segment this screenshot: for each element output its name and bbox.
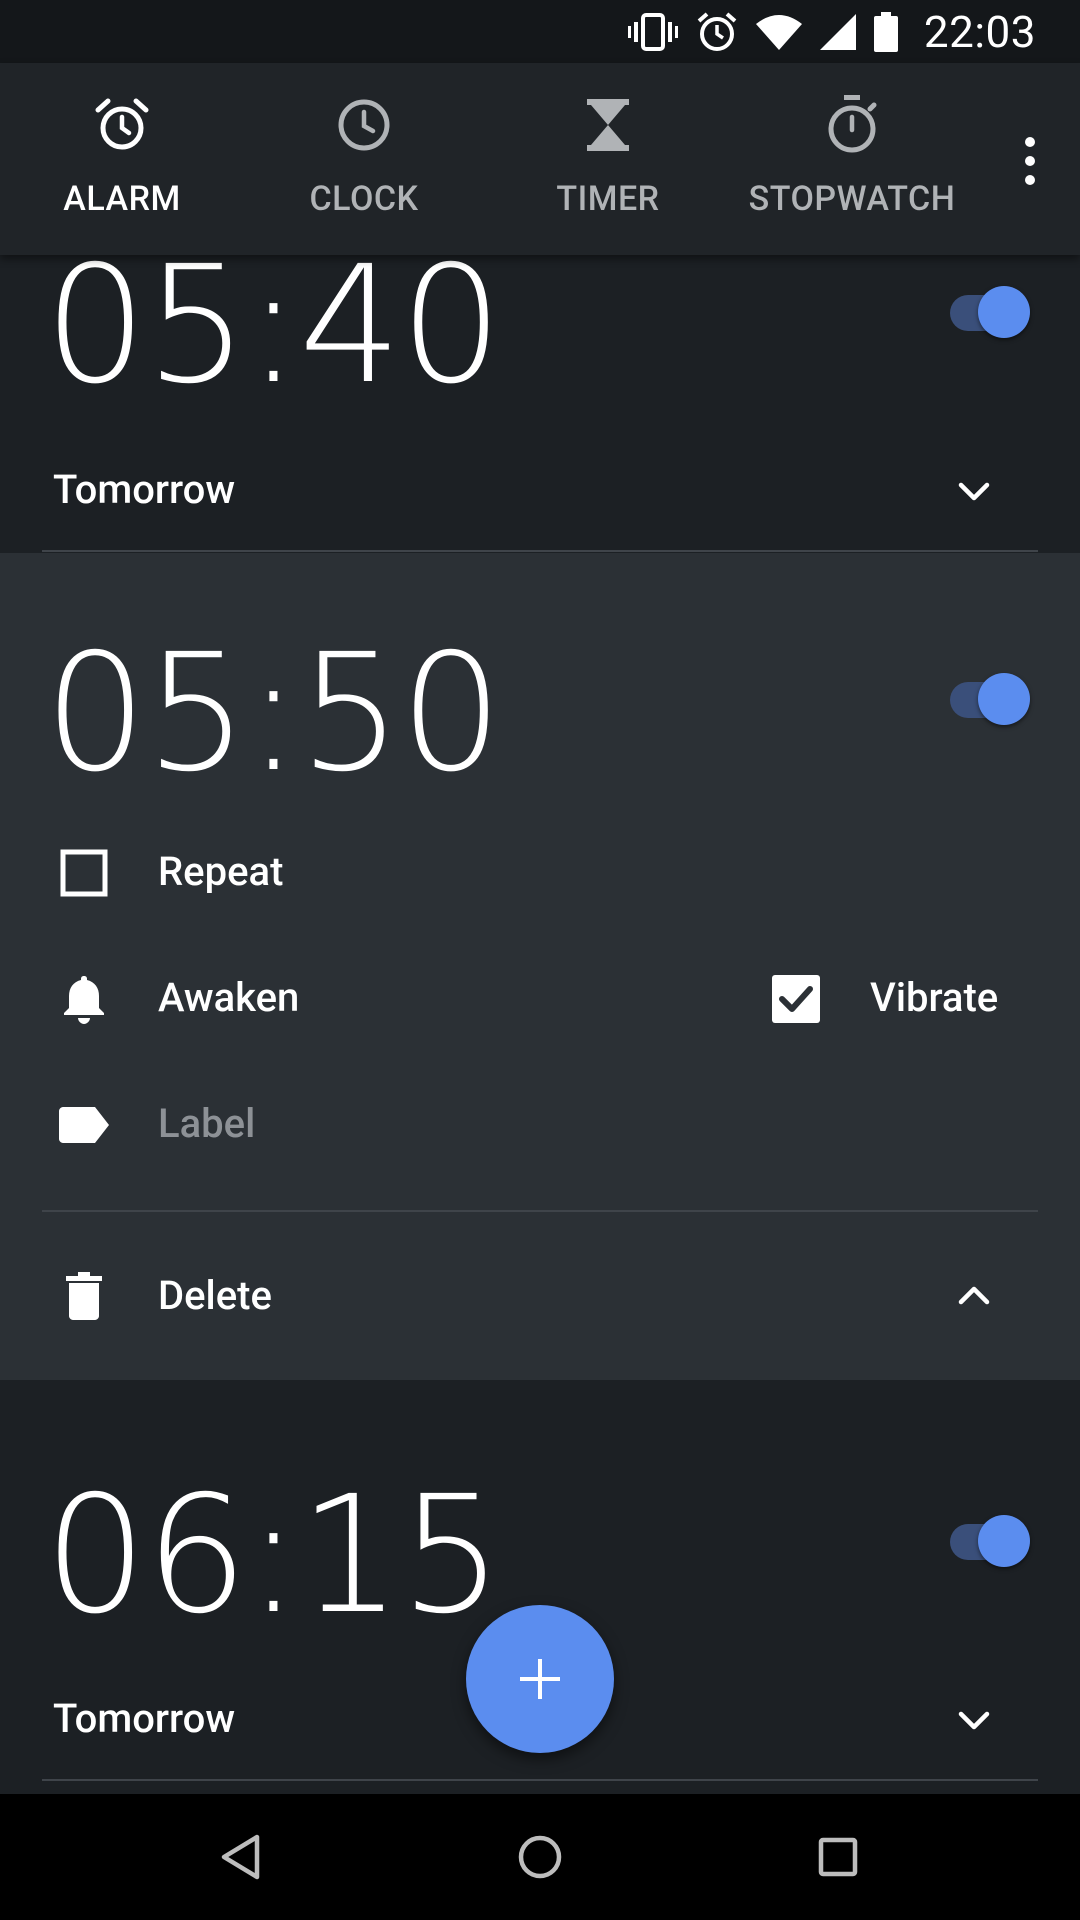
label-input[interactable]: Label bbox=[158, 1100, 255, 1147]
tab-timer[interactable]: TIMER bbox=[486, 63, 730, 255]
divider bbox=[42, 1779, 1038, 1781]
add-alarm-button[interactable] bbox=[466, 1605, 614, 1753]
alarm-card[interactable]: 05:40 Tomorrow bbox=[0, 245, 1080, 553]
label-tag-icon bbox=[58, 1099, 110, 1151]
divider bbox=[42, 550, 1038, 552]
home-circle-icon bbox=[518, 1835, 562, 1879]
alarm-toggle[interactable] bbox=[944, 667, 1030, 733]
alarm-time[interactable]: 05:50 bbox=[44, 633, 503, 795]
alarm-time[interactable]: 06:15 bbox=[44, 1475, 503, 1637]
alarm-icon bbox=[696, 11, 738, 53]
overflow-menu-button[interactable] bbox=[1010, 111, 1050, 211]
clock-icon bbox=[336, 93, 392, 157]
repeat-label[interactable]: Repeat bbox=[158, 848, 283, 895]
vibrate-label[interactable]: Vibrate bbox=[870, 974, 998, 1021]
alarm-clock-icon bbox=[94, 93, 150, 157]
hourglass-icon bbox=[583, 93, 633, 157]
ringtone-label[interactable]: Awaken bbox=[158, 974, 299, 1021]
expand-chevron-down-icon[interactable] bbox=[949, 467, 999, 517]
alarm-day-label: Tomorrow bbox=[53, 1695, 236, 1742]
back-triangle-icon bbox=[221, 1834, 260, 1880]
repeat-checkbox[interactable] bbox=[58, 847, 110, 899]
tab-timer-label: TIMER bbox=[556, 179, 660, 219]
tab-alarm[interactable]: ALARM bbox=[0, 63, 244, 255]
status-bar: 22:03 bbox=[0, 0, 1080, 63]
recents-square-icon bbox=[818, 1837, 858, 1877]
status-time: 22:03 bbox=[923, 5, 1036, 58]
tab-clock[interactable]: CLOCK bbox=[242, 63, 486, 255]
home-button[interactable] bbox=[507, 1824, 573, 1890]
tab-stopwatch-label: STOPWATCH bbox=[748, 179, 956, 219]
delete-button[interactable]: Delete bbox=[158, 1272, 272, 1319]
alarm-toggle[interactable] bbox=[944, 280, 1030, 346]
back-button[interactable] bbox=[208, 1824, 274, 1890]
collapse-chevron-up-icon[interactable] bbox=[949, 1270, 999, 1320]
alarm-card-expanded: 05:50 Repeat Awaken Vibrate Label Delete bbox=[0, 553, 1080, 1380]
vibrate-icon bbox=[627, 12, 678, 52]
alarm-toggle[interactable] bbox=[944, 1509, 1030, 1575]
trash-icon[interactable] bbox=[58, 1270, 110, 1322]
plus-icon bbox=[520, 1659, 560, 1699]
alarm-time[interactable]: 05:40 bbox=[44, 245, 503, 407]
battery-icon bbox=[873, 11, 898, 52]
expand-chevron-down-icon[interactable] bbox=[949, 1696, 999, 1746]
tab-bar: ALARM CLOCK TIMER STOPWATCH bbox=[0, 63, 1080, 255]
signal-icon bbox=[819, 13, 856, 50]
tab-stopwatch[interactable]: STOPWATCH bbox=[730, 63, 974, 255]
vibrate-checkbox[interactable] bbox=[770, 973, 822, 1025]
more-vert-icon bbox=[1025, 137, 1035, 147]
recents-button[interactable] bbox=[805, 1824, 871, 1890]
alarm-day-label: Tomorrow bbox=[53, 466, 236, 513]
wifi-icon bbox=[755, 14, 802, 50]
bell-icon[interactable] bbox=[58, 973, 110, 1025]
tab-alarm-label: ALARM bbox=[63, 179, 181, 219]
navigation-bar bbox=[0, 1794, 1080, 1920]
tab-clock-label: CLOCK bbox=[309, 179, 419, 219]
divider bbox=[42, 1210, 1038, 1212]
stopwatch-icon bbox=[824, 93, 880, 157]
